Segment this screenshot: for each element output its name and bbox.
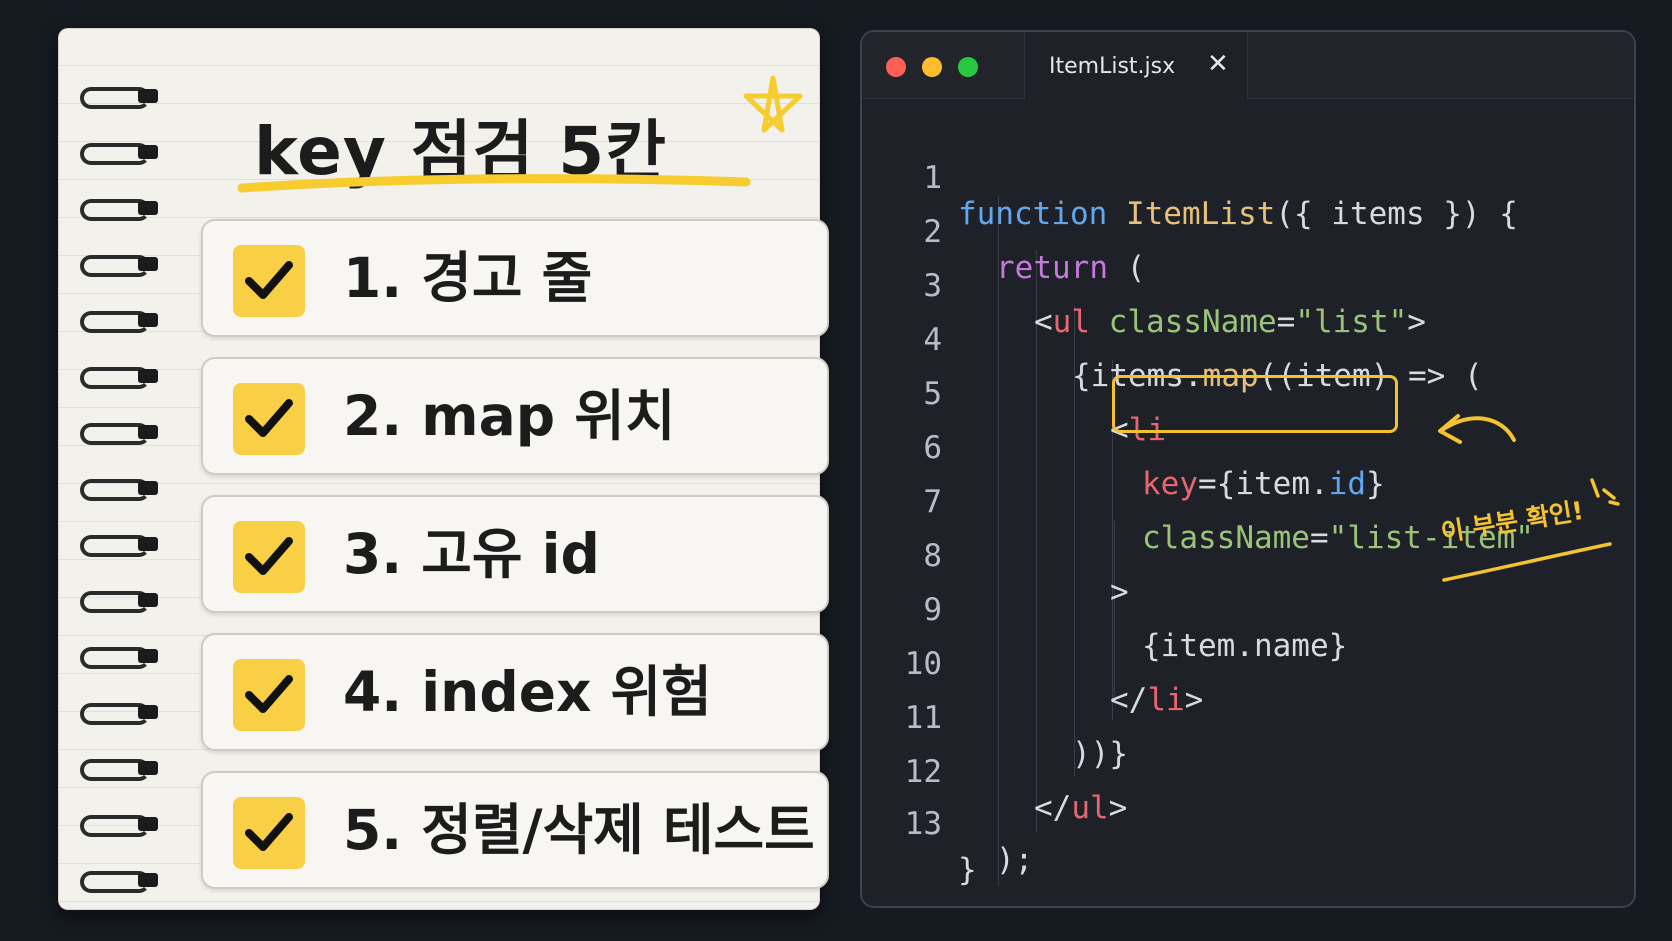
code-editor-window: ItemList.jsx ✕ 1 function ItemList({ ite… xyxy=(860,30,1636,908)
checklist-notebook: key 점검 5칸 1. 경고 줄 2. map 위치 3. 고유 id 4. … xyxy=(58,28,829,910)
checklist-item-3[interactable]: 3. 고유 id xyxy=(201,495,829,613)
checkbox-checked-5[interactable] xyxy=(233,797,305,869)
spiral-ring xyxy=(76,195,162,221)
checkmark-icon xyxy=(245,399,293,437)
checklist-item-label: 5. 정렬/삭제 테스트 xyxy=(343,798,815,862)
checklist-item-label: 3. 고유 id xyxy=(343,522,600,586)
checklist-item-label: 4. index 위험 xyxy=(343,660,712,724)
arrowhead-icon xyxy=(1438,414,1462,444)
checkmark-icon xyxy=(245,813,293,851)
spiral-ring xyxy=(76,419,162,445)
checkbox-checked-1[interactable] xyxy=(233,245,305,317)
spiral-ring xyxy=(76,867,162,893)
spiral-ring xyxy=(76,699,162,725)
spiral-ring xyxy=(76,251,162,277)
checklist-item-label: 1. 경고 줄 xyxy=(343,246,593,310)
checkmark-icon xyxy=(245,675,293,713)
checklist-item-2[interactable]: 2. map 위치 xyxy=(201,357,829,475)
spiral-ring xyxy=(76,587,162,613)
title-underline xyxy=(237,174,751,193)
spiral-ring xyxy=(76,531,162,557)
spiral-ring xyxy=(76,811,162,837)
annotation-underline xyxy=(1442,542,1612,582)
spiral-ring xyxy=(76,139,162,165)
checkbox-checked-3[interactable] xyxy=(233,521,305,593)
spiral-ring xyxy=(76,475,162,501)
spiral-ring xyxy=(76,643,162,669)
checklist-item-4[interactable]: 4. index 위험 xyxy=(201,633,829,751)
checklist-item-1[interactable]: 1. 경고 줄 xyxy=(201,219,829,337)
spiral-ring xyxy=(76,755,162,781)
checkmark-icon xyxy=(245,261,293,299)
star-doodle-icon xyxy=(743,75,803,133)
spiral-ring xyxy=(76,307,162,333)
checklist-item-5[interactable]: 5. 정렬/삭제 테스트 xyxy=(201,771,829,889)
checkbox-checked-2[interactable] xyxy=(233,383,305,455)
spiral-binding xyxy=(76,83,166,923)
spiral-ring xyxy=(76,83,162,109)
checkmark-icon xyxy=(245,537,293,575)
sparkle-icon xyxy=(1590,478,1620,506)
checklist-item-label: 2. map 위치 xyxy=(343,384,676,448)
annotation-doodles xyxy=(1438,414,1620,582)
checkbox-checked-4[interactable] xyxy=(233,659,305,731)
spiral-ring xyxy=(76,363,162,389)
